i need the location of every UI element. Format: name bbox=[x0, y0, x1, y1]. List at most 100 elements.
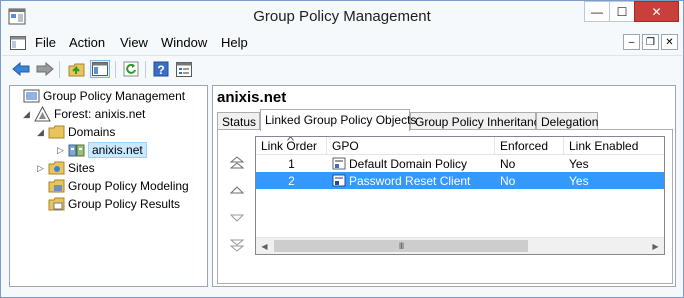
gpo-link-icon bbox=[332, 174, 346, 187]
column-header-gpo[interactable]: GPO bbox=[327, 137, 495, 155]
table-row[interactable]: 2 Password Reset Client No Yes bbox=[256, 172, 664, 189]
window-controls: — ☐ ✕ bbox=[584, 1, 679, 22]
tree-item-anixis-net[interactable]: ▷ anixis.net bbox=[57, 141, 147, 159]
forward-button[interactable] bbox=[35, 60, 55, 78]
menu-action[interactable]: Action bbox=[69, 35, 105, 50]
sites-icon bbox=[48, 161, 65, 175]
tab-delegation[interactable]: Delegation bbox=[536, 112, 598, 130]
tab-status[interactable]: Status bbox=[217, 112, 260, 130]
down-arrow-icon bbox=[230, 214, 244, 222]
gpo-name: Default Domain Policy bbox=[349, 157, 468, 171]
mdi-minimize-button[interactable]: – bbox=[623, 34, 640, 50]
table-row[interactable]: 1 Default Domain Policy No Yes bbox=[256, 155, 664, 172]
tree-item-group-policy-management[interactable]: Group Policy Management bbox=[12, 87, 185, 105]
help-button[interactable]: ? bbox=[151, 60, 171, 78]
cell-gpo: Default Domain Policy bbox=[327, 155, 495, 172]
cell-link-order: 2 bbox=[288, 174, 295, 188]
tree-item-label: Group Policy Results bbox=[68, 197, 181, 211]
title-bar[interactable]: Group Policy Management — ☐ ✕ bbox=[1, 1, 683, 32]
cell-link-order: 1 bbox=[288, 157, 295, 171]
mdi-close-button[interactable]: ✕ bbox=[661, 34, 678, 50]
toolbar: ? bbox=[2, 55, 682, 82]
tree-item-label: Group Policy Modeling bbox=[68, 179, 189, 193]
horizontal-scrollbar[interactable]: ◀ III ▶ bbox=[256, 237, 664, 254]
menu-file[interactable]: File bbox=[35, 35, 56, 50]
app-window: Group Policy Management — ☐ ✕ File Actio… bbox=[0, 0, 684, 298]
window-title: Group Policy Management bbox=[253, 8, 431, 25]
menu-bar: File Action View Window Help – ❐ ✕ bbox=[2, 32, 682, 54]
cell-link-enabled: Yes bbox=[569, 174, 589, 188]
tree-item-sites[interactable]: ▷ Sites bbox=[37, 159, 95, 177]
properties-icon bbox=[176, 61, 192, 77]
scrollbar-thumb[interactable]: III bbox=[274, 240, 528, 252]
tab-panel: Link Order GPO Enforced Link Enabled 1 D… bbox=[217, 129, 673, 284]
back-icon bbox=[12, 62, 30, 76]
gp-results-icon bbox=[48, 197, 65, 211]
mdi-controls: – ❐ ✕ bbox=[621, 34, 678, 50]
refresh-icon bbox=[123, 61, 139, 77]
up-arrow-icon bbox=[230, 186, 244, 194]
column-header-enforced[interactable]: Enforced bbox=[495, 137, 564, 155]
gpo-name: Password Reset Client bbox=[349, 174, 471, 188]
console-tree[interactable]: Group Policy Management ◢ Forest: anixis… bbox=[9, 85, 208, 287]
cell-link-enabled: Yes bbox=[569, 157, 589, 171]
tree-item-group-policy-results[interactable]: Group Policy Results bbox=[37, 195, 180, 213]
move-link-to-bottom-button[interactable] bbox=[228, 237, 246, 253]
expand-arrow-icon[interactable]: ▷ bbox=[37, 163, 48, 174]
tree-item-label: Forest: anixis.net bbox=[54, 107, 146, 121]
properties-button[interactable] bbox=[174, 60, 194, 78]
menu-view[interactable]: View bbox=[120, 35, 148, 50]
close-button[interactable]: ✕ bbox=[634, 1, 679, 22]
forest-icon bbox=[34, 106, 51, 122]
move-link-to-top-button[interactable] bbox=[228, 155, 246, 171]
menu-window[interactable]: Window bbox=[161, 35, 207, 50]
gpm-root-icon bbox=[23, 89, 40, 103]
up-folder-icon bbox=[68, 63, 84, 76]
up-one-level-button[interactable] bbox=[66, 60, 86, 78]
refresh-button[interactable] bbox=[121, 60, 141, 78]
status-bar bbox=[2, 290, 682, 298]
cell-gpo: Password Reset Client bbox=[327, 172, 495, 189]
tree-item-group-policy-modeling[interactable]: Group Policy Modeling bbox=[37, 177, 189, 195]
double-down-arrow-icon bbox=[230, 239, 244, 252]
page-title: anixis.net bbox=[217, 89, 287, 106]
tree-item-forest[interactable]: ◢ Forest: anixis.net bbox=[23, 105, 145, 123]
back-button[interactable] bbox=[11, 60, 31, 78]
console-document-icon[interactable] bbox=[10, 36, 26, 50]
cell-enforced: No bbox=[500, 157, 516, 171]
maximize-button[interactable]: ☐ bbox=[609, 1, 635, 22]
domain-icon bbox=[68, 144, 85, 157]
column-header-link-order[interactable]: Link Order bbox=[256, 137, 327, 155]
column-header-label: Link Order bbox=[261, 139, 318, 153]
tab-linked-group-policy-objects[interactable]: Linked Group Policy Objects bbox=[260, 109, 416, 131]
toolbar-separator bbox=[115, 61, 116, 78]
column-header-link-enabled[interactable]: Link Enabled bbox=[564, 137, 664, 155]
tree-item-domains[interactable]: ◢ Domains bbox=[37, 123, 115, 141]
linked-gpo-list[interactable]: Link Order GPO Enforced Link Enabled 1 D… bbox=[255, 136, 665, 255]
mdi-restore-button[interactable]: ❐ bbox=[642, 34, 659, 50]
tab-group-policy-inheritance[interactable]: Group Policy Inheritance bbox=[410, 112, 546, 130]
scroll-right-arrow-icon[interactable]: ▶ bbox=[647, 238, 664, 254]
details-pane: anixis.net Status Linked Group Policy Ob… bbox=[212, 85, 676, 287]
svg-text:?: ? bbox=[157, 63, 164, 77]
minimize-button[interactable]: — bbox=[584, 1, 610, 22]
sort-ascending-icon bbox=[287, 137, 294, 141]
menu-help[interactable]: Help bbox=[221, 35, 248, 50]
collapse-arrow-icon[interactable]: ◢ bbox=[23, 109, 34, 120]
show-hide-console-tree-icon bbox=[92, 62, 108, 76]
move-link-down-button[interactable] bbox=[228, 210, 246, 226]
scroll-left-arrow-icon[interactable]: ◀ bbox=[256, 238, 273, 254]
gp-modeling-icon bbox=[48, 179, 65, 193]
expand-arrow-icon[interactable]: ▷ bbox=[57, 145, 68, 156]
show-hide-console-tree-button[interactable] bbox=[90, 60, 110, 78]
tree-item-label: Sites bbox=[68, 161, 95, 175]
move-link-up-button[interactable] bbox=[228, 182, 246, 198]
collapse-arrow-icon[interactable]: ◢ bbox=[37, 127, 48, 138]
folder-icon bbox=[48, 125, 65, 139]
forward-icon bbox=[36, 62, 54, 76]
tree-item-label: Domains bbox=[68, 125, 116, 139]
toolbar-separator bbox=[145, 61, 146, 78]
tree-item-label: anixis.net bbox=[88, 142, 147, 158]
tree-item-label: Group Policy Management bbox=[43, 89, 186, 103]
help-icon: ? bbox=[153, 61, 169, 77]
